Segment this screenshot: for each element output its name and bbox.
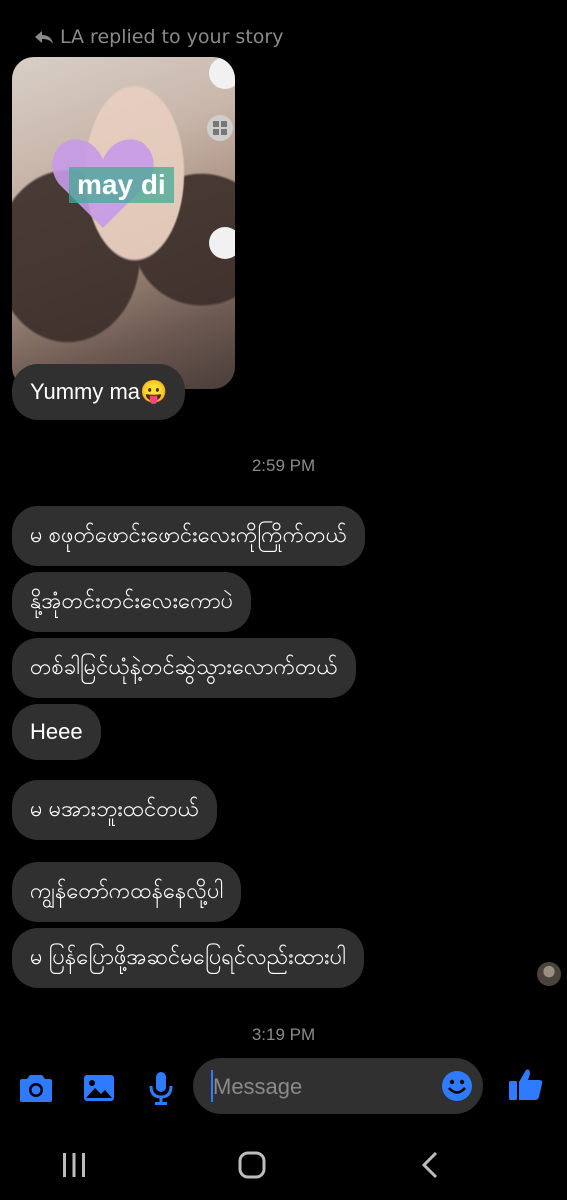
message-bubble[interactable]: နို့အုံတင်းတင်းလေးကောပဲ <box>12 572 252 632</box>
message-input-field[interactable] <box>193 1058 483 1114</box>
reply-note: LA replied to your story <box>34 26 283 48</box>
story-image[interactable]: may di <box>12 57 235 389</box>
message-bubble[interactable]: မ စဖုတ်ဖောင်းဖောင်းလေးကိုကြိုက်တယ် <box>12 506 365 566</box>
recent-apps-icon[interactable] <box>54 1150 94 1180</box>
composer-bar <box>0 1050 567 1120</box>
message-input[interactable] <box>211 1066 435 1108</box>
message-bubble[interactable]: မ မအားဘူးထင်တယ် <box>12 780 218 840</box>
reply-arrow-icon <box>35 31 53 44</box>
timestamp: 2:59 PM <box>251 456 316 475</box>
message-bubble[interactable]: ကျွန်တော်ကထန်နေလို့ပါ <box>12 862 242 922</box>
camera-icon[interactable] <box>18 1070 54 1106</box>
message-bubble[interactable]: Heee <box>12 704 101 760</box>
message-bubble[interactable]: တစ်ခါမြင်ယုံနဲ့တင်ဆွဲသွားလောက်တယ် <box>12 638 356 698</box>
grid-icon <box>207 115 233 141</box>
emoji-icon[interactable] <box>441 1070 473 1102</box>
seen-avatar <box>537 962 561 986</box>
message-bubble[interactable]: မ ပြန်ပြောဖို့အဆင်မပြေရင်လည်းထားပါ <box>12 928 364 988</box>
gallery-icon[interactable] <box>81 1070 117 1106</box>
reply-note-text: LA replied to your story <box>60 26 284 48</box>
message-bubble[interactable]: Yummy ma😛 <box>12 364 186 420</box>
story-side-button <box>209 227 235 259</box>
story-sticker-text: may di <box>69 167 174 203</box>
microphone-icon[interactable] <box>143 1070 179 1106</box>
story-corner-button <box>209 57 235 89</box>
timestamp: 3:19 PM <box>251 1025 316 1044</box>
home-icon[interactable] <box>232 1150 272 1180</box>
thumbs-up-icon[interactable] <box>508 1066 544 1102</box>
system-nav-bar <box>0 1130 567 1200</box>
back-icon[interactable] <box>410 1150 450 1180</box>
